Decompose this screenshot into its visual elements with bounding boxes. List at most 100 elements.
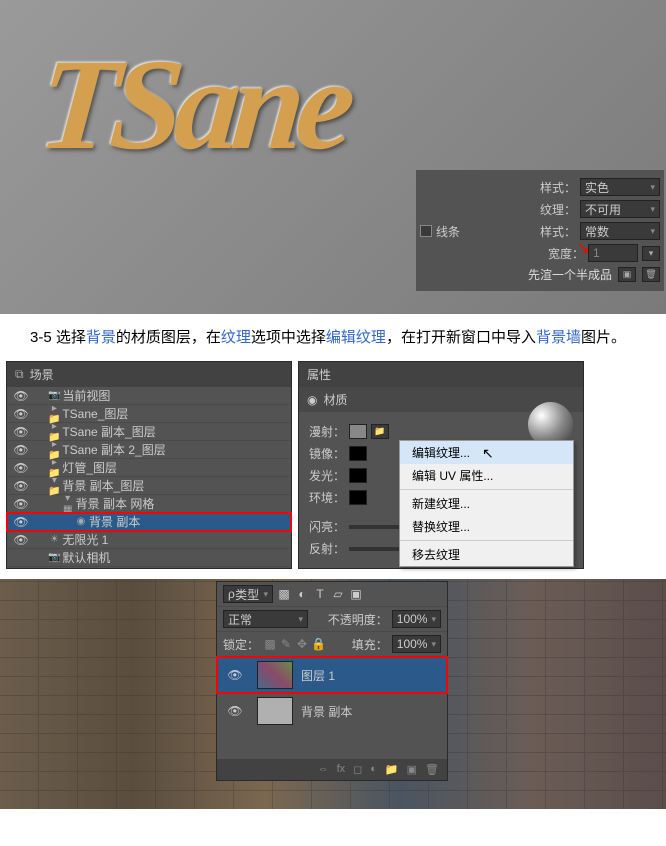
red-arrow-annotation: ↘ — [577, 238, 590, 258]
diffuse-texture-button[interactable]: 📁 — [371, 424, 389, 439]
layer-type-icon: ◉ — [75, 516, 87, 527]
layers-palette: ρ 类型 ▩ ◐ T ▱ ▣ 正常 不透明度： 100% 锁定： ▩ ✎ ✥ 🔒… — [216, 581, 448, 781]
filter-smart-icon[interactable]: ▣ — [349, 587, 363, 601]
group-icon[interactable]: 📁 — [385, 763, 399, 776]
layer-filter-select[interactable]: ρ 类型 — [223, 585, 273, 603]
properties-panel: 属性 ◉ 材质 漫射： 📁 镜像： 发光： 环境： 闪亮： 反射： 编辑纹理..… — [298, 361, 584, 569]
menu-remove-texture[interactable]: 移去纹理 — [400, 543, 573, 566]
layer-row[interactable]: 👁 ▾📁背景 副本_图层 — [7, 477, 291, 495]
layer-row[interactable]: 👁 ▾ ▦背景 副本 网格 — [7, 495, 291, 513]
layer-name-text: 灯管_图层 — [60, 459, 117, 476]
menu-new-texture[interactable]: 新建纹理... — [400, 492, 573, 515]
specular-label: 镜像： — [309, 445, 345, 462]
filter-shape-icon[interactable]: ▱ — [331, 587, 345, 601]
layer-name-text: 背景 副本 — [87, 513, 140, 530]
new-layer-icon[interactable]: ▣ — [407, 763, 417, 776]
layer-name: 图层 1 — [301, 667, 335, 684]
menu-replace-texture[interactable]: 替换纹理... — [400, 515, 573, 538]
delete-icon[interactable]: 🗑 — [425, 763, 439, 776]
layer-name-text: 默认相机 — [60, 549, 110, 566]
stroke-style-label: 样式： — [536, 223, 576, 240]
visibility-icon[interactable]: 👁 — [7, 461, 35, 475]
style-options-panel: 样式： 实色 纹理： 不可用 线条 样式： 常数 宽度： 1 ▾ ↘ 先渲一个半… — [416, 170, 664, 291]
props-header: 属性 — [299, 362, 583, 387]
visibility-icon[interactable]: 👁 — [7, 389, 35, 403]
ambient-label: 环境： — [309, 489, 345, 506]
opacity-label: 不透明度： — [328, 611, 388, 628]
layer-name-text: 当前视图 — [60, 387, 110, 404]
visibility-icon[interactable]: 👁 — [7, 425, 35, 439]
layer-name-text: 背景 副本_图层 — [60, 477, 144, 494]
layer-type-icon: ▾📁 — [48, 475, 60, 497]
palette-layer-1[interactable]: 👁 图层 1 — [217, 657, 447, 693]
layer-thumbnail[interactable] — [257, 697, 293, 725]
layer-row[interactable]: 📷默认相机 — [7, 549, 291, 567]
stroke-checkbox[interactable] — [420, 225, 432, 237]
cursor-icon: ↖ — [482, 445, 494, 462]
link-icon[interactable]: ⇔ — [318, 763, 329, 776]
lock-pos-icon[interactable]: ✥ — [295, 637, 309, 651]
trash-icon[interactable]: 🗑 — [642, 267, 660, 282]
fill-input[interactable]: 100% — [392, 635, 441, 653]
lock-trans-icon[interactable]: ▩ — [263, 637, 277, 651]
visibility-icon[interactable]: 👁 — [7, 515, 35, 529]
render-note: 先渲一个半成品 — [528, 266, 612, 283]
visibility-icon[interactable]: 👁 — [7, 479, 35, 493]
glow-label: 发光： — [309, 467, 345, 484]
reflect-label: 反射： — [309, 540, 345, 557]
blend-mode-select[interactable]: 正常 — [223, 610, 308, 628]
mask-icon[interactable]: ◻ — [353, 763, 362, 776]
visibility-toggle[interactable]: 👁 — [221, 668, 249, 682]
layer-row[interactable]: 👁 ☀无限光 1 — [7, 531, 291, 549]
texture-select[interactable]: 不可用 — [580, 200, 660, 218]
adjustment-icon[interactable]: ◐ — [370, 763, 377, 776]
shine-label: 闪亮： — [309, 518, 345, 535]
texture-label: 纹理： — [536, 201, 576, 218]
glow-swatch[interactable] — [349, 468, 367, 483]
visibility-icon[interactable]: 👁 — [7, 497, 35, 511]
layer-row[interactable]: 👁 ◉背景 副本 — [7, 513, 291, 531]
panels-row: ⧉ 场景 👁 📷当前视图👁 ▸📁TSane_图层👁 ▸📁TSane 副本_图层👁… — [0, 361, 666, 579]
filter-pixel-icon[interactable]: ▩ — [277, 587, 291, 601]
specular-swatch[interactable] — [349, 446, 367, 461]
layer-name: 背景 副本 — [301, 703, 352, 720]
stroke-style-select[interactable]: 常数 — [580, 222, 660, 240]
filter-icon[interactable]: ⧉ — [15, 367, 24, 382]
visibility-icon[interactable]: 👁 — [7, 533, 35, 547]
opacity-input[interactable]: 100% — [392, 610, 441, 628]
palette-layer-2[interactable]: 👁 背景 副本 — [217, 693, 447, 729]
render-button[interactable]: ▣ — [618, 267, 636, 282]
ambient-swatch[interactable] — [349, 490, 367, 505]
layer-name-text: 无限光 1 — [60, 531, 108, 548]
layers-list: 👁 📷当前视图👁 ▸📁TSane_图层👁 ▸📁TSane 副本_图层👁 ▸📁TS… — [7, 387, 291, 567]
scene-panel-header: ⧉ 场景 — [7, 362, 291, 387]
render-3d-text: TSane — [33, 30, 353, 180]
texture-context-menu: 编辑纹理... 编辑 UV 属性... 新建纹理... 替换纹理... 移去纹理… — [399, 440, 574, 567]
instruction-text: 3-5 选择背景的材质图层，在纹理选项中选择编辑纹理，在打开新窗口中导入背景墙图… — [0, 314, 666, 361]
layer-thumbnail[interactable] — [257, 661, 293, 689]
layer-type-icon: ▾ ▦ — [62, 493, 74, 515]
lock-all-icon[interactable]: 🔒 — [311, 637, 325, 651]
filter-adjust-icon[interactable]: ◐ — [295, 587, 309, 601]
layer-type-icon: ☀ — [48, 534, 60, 545]
layer-type-icon: 📷 — [48, 390, 60, 401]
visibility-icon[interactable]: 👁 — [7, 407, 35, 421]
bottom-section: ρ 类型 ▩ ◐ T ▱ ▣ 正常 不透明度： 100% 锁定： ▩ ✎ ✥ 🔒… — [0, 579, 666, 809]
menu-edit-uv[interactable]: 编辑 UV 属性... — [400, 464, 573, 487]
layer-name-text: TSane_图层 — [60, 405, 128, 422]
layer-name-text: TSane 副本 2_图层 — [60, 441, 165, 458]
visibility-toggle[interactable]: 👁 — [221, 704, 249, 718]
layer-type-icon: 📷 — [48, 552, 60, 563]
filter-type-icon[interactable]: T — [313, 587, 327, 601]
style-label: 样式： — [536, 179, 576, 196]
visibility-icon[interactable]: 👁 — [7, 443, 35, 457]
layer-name-text: 背景 副本 网格 — [74, 495, 155, 512]
lock-paint-icon[interactable]: ✎ — [279, 637, 293, 651]
fx-icon[interactable]: fx — [337, 763, 346, 776]
palette-footer: ⇔ fx ◻ ◐ 📁 ▣ 🗑 — [217, 759, 447, 780]
diffuse-swatch[interactable] — [349, 424, 367, 439]
width-input[interactable]: 1 — [588, 244, 638, 262]
diffuse-label: 漫射： — [309, 423, 345, 440]
style-fill-select[interactable]: 实色 — [580, 178, 660, 196]
width-link-icon[interactable]: ▾ — [642, 246, 660, 261]
